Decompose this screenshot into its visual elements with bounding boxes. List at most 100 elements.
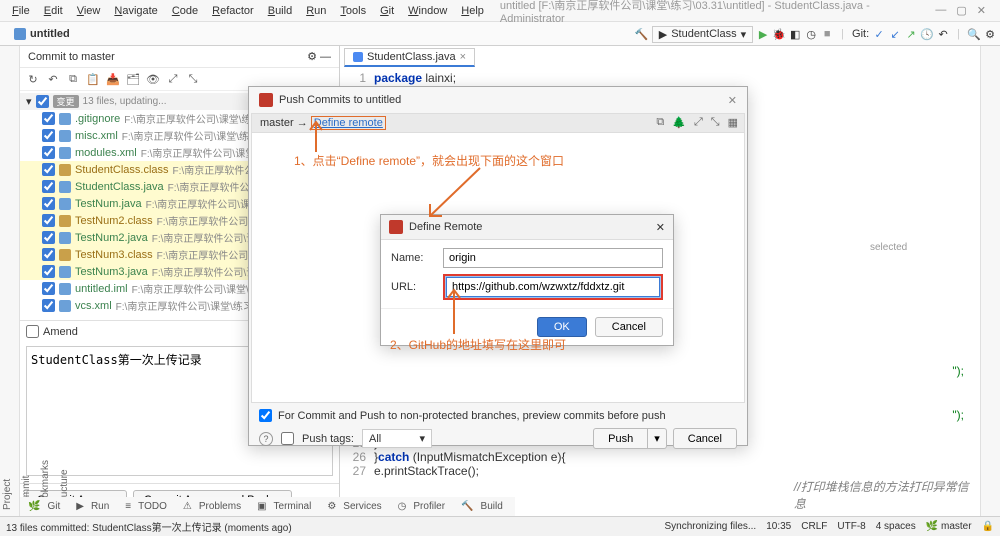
- menu-run[interactable]: Run: [300, 3, 332, 19]
- git-history-icon[interactable]: 🕓: [921, 28, 933, 40]
- status-encoding[interactable]: UTF-8: [837, 521, 865, 532]
- debug-icon[interactable]: 🐞: [773, 28, 785, 40]
- close-icon[interactable]: ✕: [656, 221, 665, 234]
- coverage-icon[interactable]: ◧: [789, 28, 801, 40]
- expand-icon[interactable]: ⤢: [166, 72, 180, 86]
- right-toolwindow-bar: [980, 46, 1000, 516]
- status-branch[interactable]: 🌿 master: [926, 521, 972, 532]
- status-message: 13 files committed: StudentClass第一次上传记录 …: [6, 519, 292, 534]
- close-tab-icon[interactable]: ×: [460, 51, 466, 63]
- push-title: Push Commits to untitled: [279, 94, 401, 106]
- close-icon[interactable]: ✕: [977, 4, 986, 17]
- file-name: TestNum3.java: [75, 266, 148, 278]
- tw-commit[interactable]: Commit: [21, 52, 32, 510]
- git-pull-icon[interactable]: ↙: [889, 28, 901, 40]
- changelist-icon[interactable]: 📋: [86, 72, 100, 86]
- menu-git[interactable]: Git: [374, 3, 400, 19]
- tab-run[interactable]: ▶ Run: [72, 499, 117, 514]
- remote-name-input[interactable]: [443, 248, 663, 268]
- menu-code[interactable]: Code: [166, 3, 204, 19]
- menu-navigate[interactable]: Navigate: [108, 3, 163, 19]
- menu-file[interactable]: File: [6, 3, 36, 19]
- tw-bookmarks[interactable]: Bookmarks: [40, 52, 51, 510]
- help-icon[interactable]: ?: [259, 432, 273, 446]
- tab-services[interactable]: ⚙ Services: [323, 499, 389, 514]
- project-tab[interactable]: untitled: [6, 26, 78, 42]
- menu-build[interactable]: Build: [262, 3, 298, 19]
- preview-checkbox[interactable]: [259, 409, 272, 422]
- tab-terminal[interactable]: ▣ Terminal: [253, 499, 319, 514]
- view-icon[interactable]: 👁: [146, 72, 160, 86]
- settings-icon[interactable]: ⚙: [984, 28, 996, 40]
- close-icon[interactable]: ✕: [728, 94, 737, 107]
- menu-edit[interactable]: Edit: [38, 3, 69, 19]
- push-button[interactable]: Push: [593, 428, 648, 449]
- ok-button[interactable]: OK: [537, 317, 587, 337]
- remote-url-input[interactable]: [446, 277, 660, 297]
- tab-label: StudentClass.java: [367, 51, 456, 63]
- expand-icon[interactable]: ⤢: [694, 116, 703, 129]
- tab-todo[interactable]: ≡ TODO: [121, 499, 175, 514]
- tab-build[interactable]: 🔨 Build: [457, 499, 511, 514]
- status-pos[interactable]: 10:35: [766, 521, 791, 532]
- name-label: Name:: [391, 252, 435, 264]
- chevron-down-icon: ▾: [741, 28, 747, 41]
- git-rollback-icon[interactable]: ↶: [937, 28, 949, 40]
- menu-view[interactable]: View: [71, 3, 107, 19]
- group-icon[interactable]: 🗂: [126, 72, 140, 86]
- git-push-icon[interactable]: ↗: [905, 28, 917, 40]
- define-remote-link[interactable]: Define remote: [311, 116, 386, 130]
- status-bar: 13 files committed: StudentClass第一次上传记录 …: [0, 516, 1000, 536]
- project-label: untitled: [30, 28, 70, 40]
- gear-icon[interactable]: ⚙: [307, 51, 317, 63]
- diff-window-icon[interactable]: ⧉: [656, 116, 664, 129]
- tree-icon[interactable]: 🌲: [672, 116, 686, 129]
- tab-problems[interactable]: ⚠ Problems: [179, 499, 249, 514]
- collapse-icon[interactable]: ⤡: [711, 116, 720, 129]
- tw-structure[interactable]: Structure: [59, 52, 70, 510]
- run-config-icon: ▶: [659, 28, 667, 41]
- changes-meta: 13 files, updating...: [83, 96, 167, 107]
- app-icon: [389, 220, 403, 234]
- menu-tools[interactable]: Tools: [334, 3, 372, 19]
- group-icon[interactable]: ▦: [728, 116, 738, 129]
- push-cancel-button[interactable]: Cancel: [673, 428, 737, 449]
- file-name: TestNum3.class: [75, 249, 153, 261]
- hammer-icon[interactable]: 🔨: [636, 28, 648, 40]
- shelve-icon[interactable]: 📥: [106, 72, 120, 86]
- menu-refactor[interactable]: Refactor: [206, 3, 260, 19]
- stop-icon[interactable]: ■: [821, 28, 833, 40]
- bottom-tool-tabs: 🌿 Git ▶ Run ≡ TODO ⚠ Problems ▣ Terminal…: [20, 497, 515, 516]
- run-config-selector[interactable]: ▶ StudentClass ▾: [652, 26, 753, 43]
- menu-window[interactable]: Window: [402, 3, 453, 19]
- lock-icon[interactable]: 🔒: [982, 521, 994, 532]
- maximize-icon[interactable]: ▢: [956, 4, 966, 17]
- file-name: TestNum2.class: [75, 215, 153, 227]
- status-line-sep[interactable]: CRLF: [801, 521, 827, 532]
- menu-help[interactable]: Help: [455, 3, 490, 19]
- collapse-icon[interactable]: ⤡: [186, 72, 200, 86]
- status-indent[interactable]: 4 spaces: [876, 521, 916, 532]
- chevron-down-icon: ▾: [419, 432, 425, 445]
- url-label: URL:: [391, 281, 435, 293]
- left-toolwindow-bar: Project Commit Bookmarks Structure: [0, 46, 20, 516]
- menubar: File Edit View Navigate Code Refactor Bu…: [0, 0, 1000, 22]
- push-dropdown[interactable]: ▾: [648, 428, 667, 449]
- app-icon: [259, 93, 273, 107]
- search-icon[interactable]: 🔍: [968, 28, 980, 40]
- git-update-icon[interactable]: ✓: [873, 28, 885, 40]
- define-remote-dialog: Define Remote ✕ Name: URL: OK Cancel: [380, 214, 674, 346]
- push-tags-checkbox[interactable]: [281, 432, 294, 445]
- define-title: Define Remote: [409, 221, 482, 233]
- cancel-button[interactable]: Cancel: [595, 317, 663, 337]
- tab-profiler[interactable]: ◷ Profiler: [394, 499, 453, 514]
- tab-git[interactable]: 🌿 Git: [24, 499, 68, 514]
- run-icon[interactable]: ▶: [757, 28, 769, 40]
- editor-tab[interactable]: StudentClass.java ×: [344, 48, 475, 67]
- tw-project[interactable]: Project: [2, 52, 13, 510]
- minimize-icon[interactable]: —: [935, 4, 946, 17]
- file-name: TestNum.java: [75, 198, 142, 210]
- push-tags-select[interactable]: All ▾: [362, 429, 432, 448]
- hide-icon[interactable]: —: [320, 51, 331, 63]
- profiler-icon[interactable]: ◷: [805, 28, 817, 40]
